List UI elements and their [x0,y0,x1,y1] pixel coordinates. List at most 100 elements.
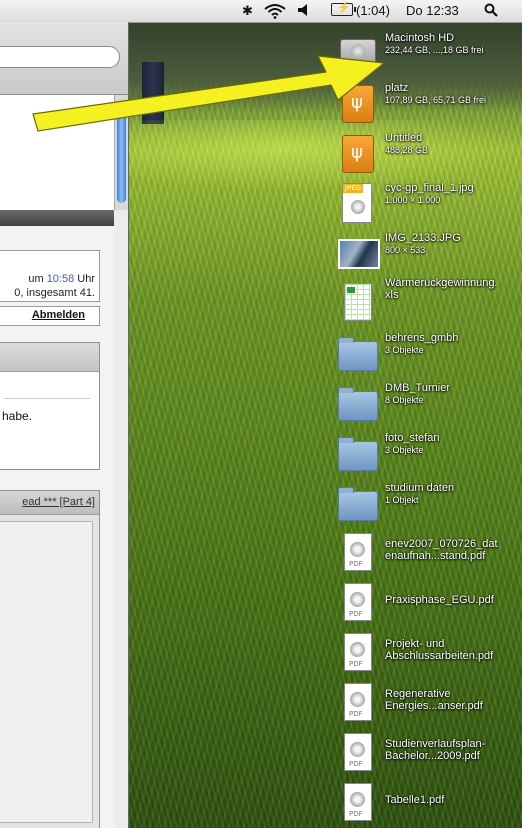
desktop-item-info: 1.000 × 1.000 [385,195,441,205]
hard-drive-icon [336,31,378,73]
thread-header: ead *** [Part 4] [0,491,99,515]
login-info-suffix: Uhr [74,273,95,285]
logout-bar: Abmelden [0,306,100,326]
menubar-clock[interactable]: Do 12:33 [406,3,459,18]
desktop-item-studium-folder[interactable]: studium daten 1 Objekt [336,479,522,525]
desktop-item-label: studium daten [385,482,455,494]
desktop-item-label: Projekt- und [385,638,445,650]
page-top-area [0,95,114,210]
pdf-file-icon: PDF [336,731,378,773]
desktop-item-behrens-folder[interactable]: behrens_gmbh 3 Objekte [336,329,522,375]
pdf-tag: PDF [349,610,363,618]
folder-icon [336,381,378,423]
desktop-item-dmb-folder[interactable]: DMB_Turnier 8 Objekte [336,379,522,425]
thread-content [0,521,93,823]
desktop-item-label: Macintosh HD [385,32,455,44]
desktop-item-label: Wärmerückgewinnung. [385,277,498,289]
desktop-item-macintosh-hd[interactable]: Macintosh HD 232,44 GB, ...,18 GB frei [336,29,522,75]
pdf-tag: PDF [349,760,363,768]
desktop-item-enev-pdf[interactable]: PDF enev2007_070726_dat enaufnah...stand… [336,529,522,575]
wallpaper-fence-post [142,62,164,124]
pdf-file-icon: PDF [336,781,378,823]
pdf-tag: PDF [349,660,363,668]
desktop-item-label: Regenerative [385,688,451,700]
desktop-item-label-line2: xls [385,289,399,301]
desktop-item-info: 800 × 533 [385,245,426,255]
desktop-item-label-line2: enaufnah...stand.pdf [385,550,486,562]
battery-time[interactable]: (1:04) [356,3,390,18]
pdf-tag: PDF [349,810,363,818]
logout-link[interactable]: Abmelden [32,309,85,321]
desktop-item-label: DMB_Turnier [385,382,450,394]
pdf-tag: PDF [349,710,363,718]
folder-icon [336,331,378,373]
battery-icon[interactable]: ⚡ [331,2,356,16]
desktop-item-info: 8 Objekte [385,395,424,405]
photo-thumbnail-icon [336,231,380,273]
wifi-icon[interactable] [264,3,286,22]
spotlight-search-icon[interactable] [484,3,498,20]
address-field[interactable] [0,46,120,68]
desktop-item-cyc-jpg[interactable]: JPEG cyc-gp_final_1.jpg 1.000 × 1.000 [336,179,522,225]
desktop-item-label: IMG_2133.JPG [385,232,461,244]
external-drive-icon [336,131,378,173]
desktop-item-untitled[interactable]: Untitled 488,28 GB [336,129,522,175]
desktop-item-label-line2: Abschlussarbeiten.pdf [385,650,494,662]
volume-icon[interactable] [297,3,313,20]
desktop-item-label: Studienverlaufsplan- [385,738,486,750]
login-info-line: um 10:58 Uhr [28,273,95,285]
spreadsheet-file-icon [336,281,378,323]
browser-window: um 10:58 Uhr 0, insgesamt 41. Abmelden h… [0,22,129,828]
desktop-item-tabelle-pdf[interactable]: PDF Tabelle1.pdf [336,779,522,825]
desktop-item-projekt-pdf[interactable]: PDF Projekt- und Abschlussarbeiten.pdf [336,629,522,675]
desktop-item-label: behrens_gmbh [385,332,459,344]
login-info-prefix: um [28,273,47,285]
desktop-item-info: 107,89 GB, 65,71 GB frei [385,95,487,105]
menu-bar: ✱ ⚡ (1:04) Do 12:33 [0,0,522,23]
folder-icon [336,431,378,473]
login-time: 10:58 [46,273,75,285]
desktop-item-label: Praxisphase_EGU.pdf [385,594,494,606]
pdf-file-icon: PDF [336,581,378,623]
desktop-item-info: 1 Objekt [385,495,419,505]
desktop-item-label: cyc-gp_final_1.jpg [385,182,474,194]
desktop-item-label: foto_stefan [385,432,440,444]
thread-link[interactable]: ead *** [Part 4] [22,496,95,508]
desktop-item-studienverlaufsplan-pdf[interactable]: PDF Studienverlaufsplan- Bachelor...2009… [336,729,522,775]
desktop-item-foto-folder[interactable]: foto_stefan 3 Objekte [336,429,522,475]
panel-header [0,343,99,372]
desktop-item-praxisphase-pdf[interactable]: PDF Praxisphase_EGU.pdf [336,579,522,625]
folder-icon [336,481,378,523]
desktop-item-label: Tabelle1.pdf [385,794,445,806]
desktop-item-xls[interactable]: Wärmerückgewinnung. xls [336,277,522,325]
desktop-item-regenerative-pdf[interactable]: PDF Regenerative Energies...anser.pdf [336,679,522,725]
pdf-tag: PDF [349,560,363,568]
pdf-file-icon: PDF [336,681,378,723]
pdf-file-icon: PDF [336,531,378,573]
stats-line: 0, insgesamt 41. [14,287,95,299]
panel-divider [4,398,90,399]
desktop-item-info: 3 Objekte [385,345,424,355]
jpeg-badge: JPEG [343,184,363,193]
browser-toolbar [0,22,128,95]
desktop-item-platz[interactable]: platz 107,89 GB, 65,71 GB frei [336,79,522,125]
desktop-item-label-line2: Bachelor...2009.pdf [385,750,480,762]
desktop-item-label: platz [385,82,409,94]
page-header-bar [0,210,114,226]
content-panel: habe. [0,342,100,470]
desktop-item-label: enev2007_070726_dat [385,538,498,550]
jpeg-file-icon: JPEG [336,181,378,223]
external-drive-icon [336,81,378,123]
login-info-box: um 10:58 Uhr 0, insgesamt 41. [0,250,100,302]
vertical-scrollbar[interactable] [114,95,128,210]
desktop-item-info: 488,28 GB [385,145,429,155]
desktop-item-img-2133[interactable]: IMG_2133.JPG 800 × 533 [336,229,522,275]
desktop-item-label: Untitled [385,132,423,144]
pdf-file-icon: PDF [336,631,378,673]
desktop-item-label-line2: Energies...anser.pdf [385,700,483,712]
thread-panel: ead *** [Part 4] [0,490,100,828]
panel-text: habe. [2,409,33,423]
desktop-item-info: 3 Objekte [385,445,424,455]
bluetooth-icon[interactable]: ✱ [242,3,253,19]
scrollbar-thumb[interactable] [117,101,126,203]
